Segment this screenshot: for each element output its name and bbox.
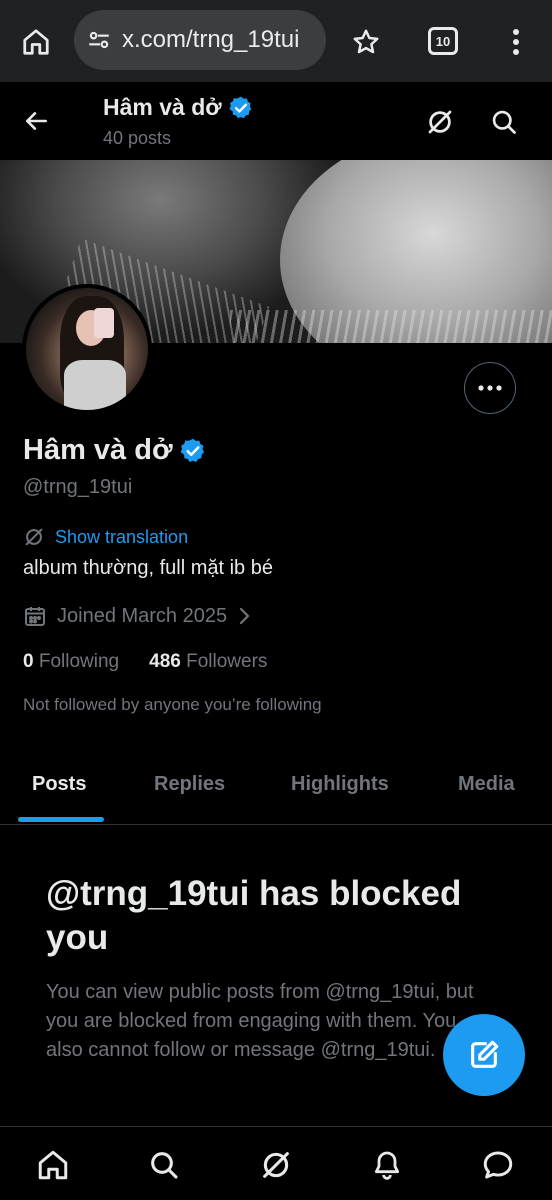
chevron-right-icon [240, 607, 250, 625]
show-translation-button[interactable]: Show translation [23, 526, 188, 548]
bookmark-button[interactable] [346, 22, 386, 62]
header-name: Hâm và dở [103, 94, 222, 120]
back-button[interactable] [20, 104, 54, 138]
back-arrow-icon [25, 112, 47, 130]
compose-button[interactable] [443, 1014, 525, 1096]
followers-link[interactable]: 486 Followers [149, 651, 267, 673]
blocked-title: @trng_19tui has blocked you [46, 874, 462, 957]
not-followed-note: Not followed by anyone you’re following [23, 695, 322, 714]
avatar-body [64, 360, 126, 410]
more-vert-icon [513, 29, 519, 55]
verified-badge-icon[interactable] [179, 437, 207, 465]
grok-icon [263, 1152, 289, 1178]
calendar-icon [25, 607, 45, 626]
active-tab-indicator [18, 817, 104, 822]
translate-icon [25, 528, 43, 546]
nav-notifications[interactable] [367, 1145, 407, 1185]
verified-badge-icon [229, 96, 251, 118]
joined-date[interactable]: Joined March 2025 [23, 604, 251, 628]
bottom-navigation [0, 1126, 552, 1200]
grok-button[interactable] [422, 104, 458, 140]
tabs-button[interactable]: 10 [428, 27, 458, 55]
profile-name: Hâm và dở [23, 434, 173, 466]
post-count: 40 posts [103, 128, 172, 148]
profile-more-button[interactable] [464, 362, 516, 414]
nav-home[interactable] [33, 1145, 73, 1185]
tab-posts[interactable]: Posts [32, 773, 86, 796]
tab-media[interactable]: Media [458, 773, 515, 796]
compose-icon [471, 1040, 499, 1068]
profile-name-row: Hâm và dở [23, 434, 207, 467]
following-count: 0 [23, 651, 34, 672]
grok-icon [428, 110, 452, 134]
messages-icon [483, 1151, 513, 1179]
profile-handle: @trng_19tui [23, 476, 133, 498]
nav-grok[interactable] [256, 1145, 296, 1185]
tab-count: 10 [435, 33, 451, 49]
browser-toolbar: x.com/trng_19tui 10 [0, 0, 552, 82]
header-search-button[interactable] [486, 104, 522, 140]
joined-label: Joined March 2025 [57, 604, 228, 627]
nav-messages[interactable] [478, 1145, 518, 1185]
profile-tabs: Posts Replies Highlights Media [0, 745, 552, 825]
following-link[interactable]: 0 Following [23, 651, 119, 673]
tune-icon[interactable] [86, 27, 112, 53]
browser-home-button[interactable] [16, 22, 56, 62]
tab-highlights[interactable]: Highlights [291, 773, 389, 796]
address-bar[interactable]: x.com/trng_19tui [74, 10, 326, 70]
tab-replies[interactable]: Replies [154, 773, 225, 796]
show-translation-label: Show translation [55, 526, 189, 547]
home-icon [23, 29, 49, 55]
banner-lace [230, 310, 552, 343]
profile-bio: album thường, full mặt ib bé [23, 557, 273, 579]
header-title: Hâm và dở [103, 94, 254, 121]
profile-header: Hâm và dở 40 posts [0, 82, 552, 160]
search-icon [151, 1152, 178, 1179]
follow-stats: 0 Following 486 Followers [23, 651, 267, 673]
star-icon [353, 29, 379, 54]
search-icon [492, 110, 516, 134]
avatar[interactable] [22, 284, 152, 414]
blocked-description: You can view public posts from @trng_19t… [46, 981, 474, 1061]
nav-search[interactable] [144, 1145, 184, 1185]
bell-icon [374, 1151, 400, 1180]
home-icon [38, 1150, 68, 1180]
followers-label: Followers [186, 651, 268, 672]
url-text: x.com/trng_19tui [122, 26, 300, 53]
followers-count: 486 [149, 651, 181, 672]
following-label: Following [38, 651, 120, 672]
avatar-phone [94, 308, 114, 338]
browser-menu-button[interactable] [498, 22, 534, 62]
more-horizontal-icon [478, 385, 502, 391]
